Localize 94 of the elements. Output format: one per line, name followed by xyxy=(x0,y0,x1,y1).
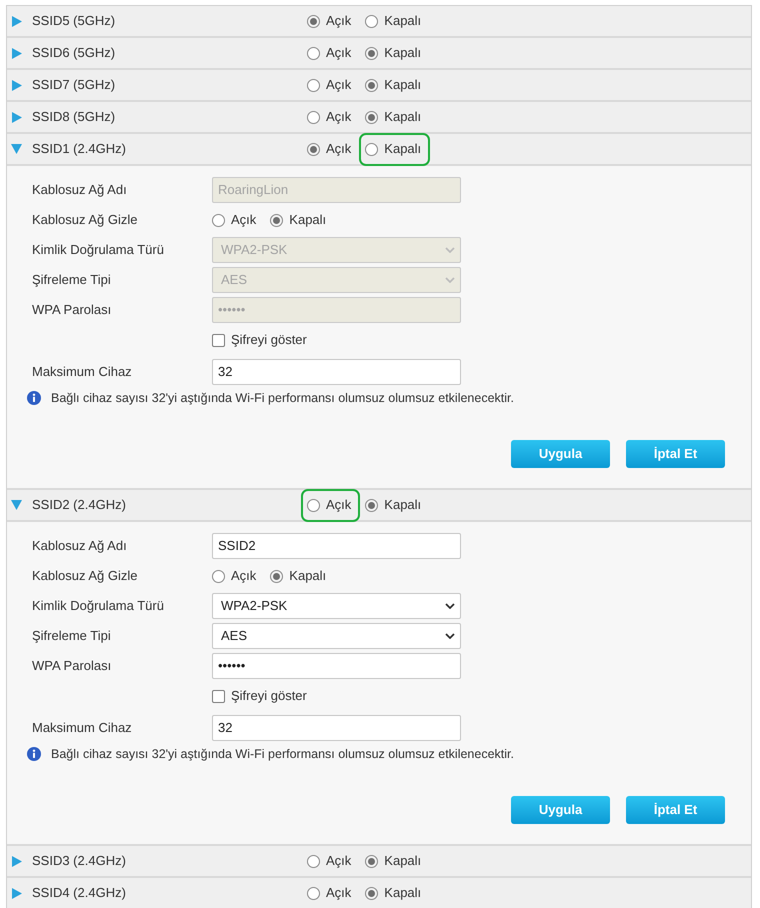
triangle-right-icon[interactable] xyxy=(12,48,22,58)
info-text: Bağlı cihaz sayısı 32'yi aştığında Wi-Fi performansı olumsuz olumsuz etkilenecektir. xyxy=(51,746,514,763)
section-title: SSID1 (2.4GHz) xyxy=(32,140,127,158)
triangle-right-icon[interactable] xyxy=(12,112,22,122)
field-label: Şifreleme Tipi xyxy=(32,627,112,646)
radio-button[interactable] xyxy=(307,14,320,28)
checkbox-label[interactable]: Şifreyi göster xyxy=(231,686,307,706)
radio-label[interactable]: Açık xyxy=(231,568,256,584)
radio-button[interactable] xyxy=(365,498,378,512)
field-label: Kimlik Doğrulama Türü xyxy=(32,597,165,616)
radio-label[interactable]: Kapalı xyxy=(384,141,422,157)
radio-label[interactable]: Kapalı xyxy=(384,885,422,901)
section-title: SSID2 (2.4GHz) xyxy=(32,496,127,514)
radio-label[interactable]: Kapalı xyxy=(384,13,422,29)
field-label: WPA Parolası xyxy=(32,657,112,676)
chevron-down-icon xyxy=(445,603,455,609)
radio-label[interactable]: Açık xyxy=(326,109,352,125)
radio-label[interactable]: Kapalı xyxy=(384,109,422,125)
field-label: Kablosuz Ağ Adı xyxy=(32,181,128,200)
radio-label[interactable]: Açık xyxy=(326,77,352,93)
section-header[interactable]: SSID6 (5GHz) Açık Kapalı xyxy=(7,38,751,70)
chevron-down-icon xyxy=(445,633,455,639)
radio-button[interactable] xyxy=(307,498,320,512)
section-title: SSID4 (2.4GHz) xyxy=(32,884,127,902)
radio-button[interactable] xyxy=(365,142,378,156)
field-label: Kablosuz Ağ Gizle xyxy=(32,211,139,230)
radio-button[interactable] xyxy=(365,854,378,868)
password-field[interactable]: •••••• xyxy=(212,653,461,679)
radio-label[interactable]: Kapalı xyxy=(289,568,326,584)
section-header[interactable]: SSID1 (2.4GHz) Açık Kapalı xyxy=(7,134,751,166)
radio-button[interactable] xyxy=(212,570,225,582)
chevron-down-icon xyxy=(445,277,455,283)
info-icon xyxy=(27,747,41,761)
info-text: Bağlı cihaz sayısı 32'yi aştığında Wi-Fi performansı olumsuz olumsuz etkilenecektir. xyxy=(51,390,514,407)
info-icon xyxy=(27,391,41,405)
section-header[interactable]: SSID3 (2.4GHz) Açık Kapalı xyxy=(7,846,751,878)
radio-label[interactable]: Açık xyxy=(326,853,352,869)
radio-button[interactable] xyxy=(365,14,378,28)
radio-button[interactable] xyxy=(365,886,378,900)
radio-label[interactable]: Açık xyxy=(326,497,352,513)
field-label: WPA Parolası xyxy=(32,301,112,320)
triangle-down-icon[interactable] xyxy=(11,144,22,154)
radio-button[interactable] xyxy=(307,78,320,92)
radio-button[interactable] xyxy=(212,214,225,226)
section-title: SSID8 (5GHz) xyxy=(32,108,116,126)
checkbox[interactable] xyxy=(212,334,225,346)
radio-button[interactable] xyxy=(307,886,320,900)
field-label: Kablosuz Ağ Gizle xyxy=(32,567,139,586)
text-field[interactable]: 32 xyxy=(212,715,461,741)
section-title: SSID7 (5GHz) xyxy=(32,76,116,94)
section-header[interactable]: SSID5 (5GHz) Açık Kapalı xyxy=(7,6,751,38)
field-label: Maksimum Cihaz xyxy=(32,363,133,382)
radio-label[interactable]: Kapalı xyxy=(289,212,326,228)
field-label: Kimlik Doğrulama Türü xyxy=(32,241,165,260)
radio-button[interactable] xyxy=(307,46,320,60)
triangle-right-icon[interactable] xyxy=(12,16,22,26)
radio-button[interactable] xyxy=(307,142,320,156)
chevron-down-icon xyxy=(445,247,455,253)
radio-label[interactable]: Kapalı xyxy=(384,853,422,869)
radio-button[interactable] xyxy=(270,214,284,226)
field-label: Kablosuz Ağ Adı xyxy=(32,537,128,556)
section-header[interactable]: SSID7 (5GHz) Açık Kapalı xyxy=(7,70,751,102)
dropdown-field[interactable]: WPA2-PSK xyxy=(212,593,461,619)
text-field[interactable]: SSID2 xyxy=(212,533,461,559)
radio-button[interactable] xyxy=(365,110,378,124)
field-label: Şifreleme Tipi xyxy=(32,271,112,290)
radio-button[interactable] xyxy=(365,78,378,92)
section-header[interactable]: SSID2 (2.4GHz) Açık Kapalı xyxy=(7,490,751,522)
radio-label[interactable]: Açık xyxy=(326,45,352,61)
radio-label[interactable]: Açık xyxy=(231,212,256,228)
section-title: SSID5 (5GHz) xyxy=(32,12,116,30)
section-header[interactable]: SSID8 (5GHz) Açık Kapalı xyxy=(7,102,751,134)
dropdown-field[interactable]: AES xyxy=(212,623,461,649)
radio-label[interactable]: Kapalı xyxy=(384,497,422,513)
checkbox[interactable] xyxy=(212,690,225,702)
text-field[interactable]: 32 xyxy=(212,359,461,385)
section-header[interactable]: SSID4 (2.4GHz) Açık Kapalı xyxy=(7,878,751,908)
triangle-down-icon[interactable] xyxy=(11,500,22,510)
triangle-right-icon[interactable] xyxy=(12,888,22,898)
radio-label[interactable]: Kapalı xyxy=(384,77,422,93)
radio-label[interactable]: Açık xyxy=(326,885,352,901)
section-title: SSID6 (5GHz) xyxy=(32,44,116,62)
checkbox-label[interactable]: Şifreyi göster xyxy=(231,330,307,350)
radio-button[interactable] xyxy=(270,570,284,582)
radio-button[interactable] xyxy=(307,854,320,868)
triangle-right-icon[interactable] xyxy=(12,80,22,90)
radio-button[interactable] xyxy=(307,110,320,124)
radio-label[interactable]: Açık xyxy=(326,141,352,157)
triangle-right-icon[interactable] xyxy=(12,856,22,866)
radio-label[interactable]: Kapalı xyxy=(384,45,422,61)
section-title: SSID3 (2.4GHz) xyxy=(32,852,127,870)
field-label: Maksimum Cihaz xyxy=(32,719,133,738)
radio-button[interactable] xyxy=(365,46,378,60)
radio-label[interactable]: Açık xyxy=(326,13,352,29)
